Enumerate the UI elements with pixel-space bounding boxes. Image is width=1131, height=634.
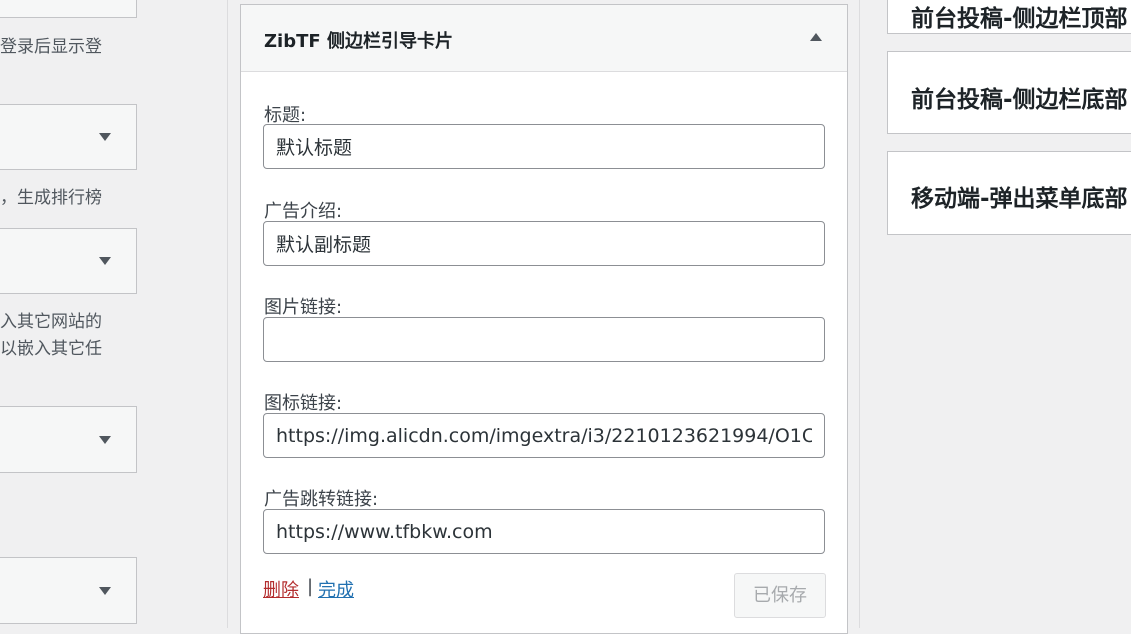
chevron-down-icon[interactable]	[99, 257, 111, 265]
left-column: 登录后显示登 ，生成排行榜 入其它网站的 以嵌入其它任	[0, 0, 228, 628]
widget-area-box[interactable]	[0, 0, 137, 18]
widget-title: ZibTF 侧边栏引导卡片	[264, 31, 453, 52]
widget-area-box[interactable]	[0, 557, 137, 624]
icon-link-input[interactable]	[263, 413, 825, 458]
image-link-input[interactable]	[263, 317, 825, 362]
chevron-down-icon[interactable]	[99, 586, 111, 595]
widget-header[interactable]: ZibTF 侧边栏引导卡片	[241, 5, 847, 72]
widget-area-box[interactable]	[0, 228, 137, 294]
ad-redirect-link-label: 广告跳转链接:	[264, 489, 379, 510]
widget-area-box[interactable]: 前台投稿-侧边栏顶部	[887, 0, 1131, 34]
ad-redirect-link-input[interactable]	[263, 509, 825, 554]
widget-area-title: 移动端-弹出菜单底部	[911, 186, 1128, 212]
delete-link[interactable]: 删除	[263, 576, 299, 602]
widget-area-box[interactable]	[0, 406, 137, 473]
ad-intro-input[interactable]	[263, 221, 825, 266]
ad-intro-label: 广告介绍:	[264, 201, 343, 222]
image-link-label: 图片链接:	[264, 297, 343, 318]
widget-area-title: 前台投稿-侧边栏底部	[911, 87, 1128, 113]
done-link[interactable]: 完成	[318, 576, 354, 602]
chevron-down-icon[interactable]	[99, 435, 111, 444]
widget-panel: ZibTF 侧边栏引导卡片 标题: 广告介绍: 图片链接: 图标链接: 广告跳转…	[240, 4, 848, 634]
icon-link-label: 图标链接:	[264, 393, 343, 414]
chevron-up-icon[interactable]	[810, 33, 822, 41]
link-separator: |	[307, 576, 314, 597]
widget-area-box[interactable]: 前台投稿-侧边栏底部	[887, 51, 1131, 134]
widget-area-description: 入其它网站的	[0, 312, 102, 332]
widget-area-title: 前台投稿-侧边栏顶部	[911, 6, 1128, 32]
column-divider	[227, 0, 228, 628]
widget-area-box[interactable]: 移动端-弹出菜单底部	[887, 151, 1131, 235]
widget-area-description: ，生成排行榜	[0, 188, 102, 208]
save-button[interactable]: 已保存	[734, 573, 826, 618]
title-input[interactable]	[263, 124, 825, 169]
widget-area-description: 以嵌入其它任	[0, 339, 102, 359]
chevron-down-icon[interactable]	[99, 133, 111, 141]
column-divider	[859, 0, 860, 628]
widget-area-box[interactable]	[0, 104, 137, 170]
widget-area-description: 登录后显示登	[0, 37, 102, 57]
